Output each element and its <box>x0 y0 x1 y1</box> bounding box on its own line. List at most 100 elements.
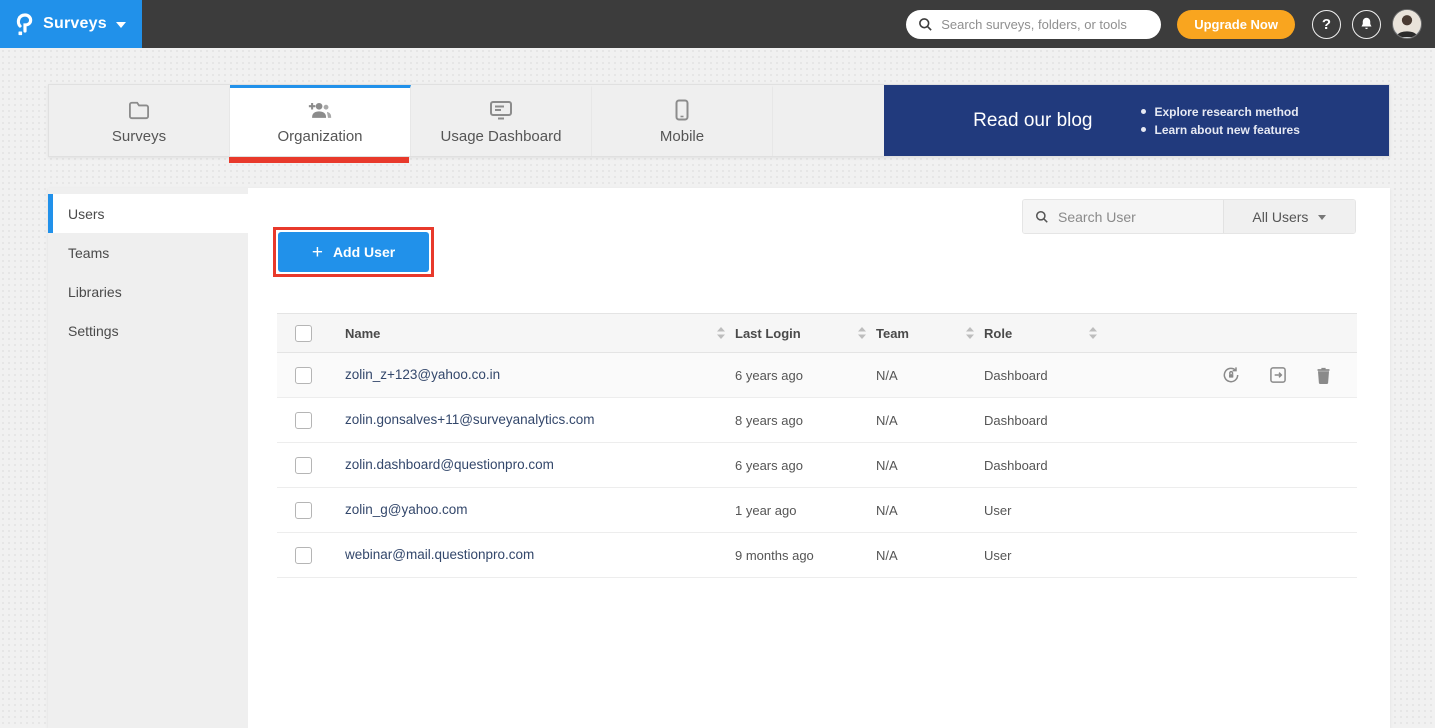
column-header-name[interactable]: Name <box>345 326 735 341</box>
product-switcher[interactable]: Surveys <box>0 0 142 48</box>
user-email-link[interactable]: zolin_z+123@yahoo.co.in <box>345 367 500 382</box>
role-value: User <box>984 503 1107 518</box>
sidebar-item-label: Teams <box>68 245 109 261</box>
search-icon <box>1035 210 1049 224</box>
role-value: Dashboard <box>984 413 1107 428</box>
tab-mobile[interactable]: Mobile <box>592 85 773 156</box>
team-value: N/A <box>876 368 984 383</box>
last-login-value: 1 year ago <box>735 503 876 518</box>
blog-bullet-list: Explore research method Learn about new … <box>1141 101 1300 141</box>
last-login-value: 6 years ago <box>735 368 876 383</box>
sort-icon[interactable] <box>966 327 974 339</box>
tab-label: Surveys <box>112 128 166 145</box>
sidebar-item-label: Users <box>68 206 105 222</box>
help-button[interactable]: ? <box>1312 10 1341 39</box>
sidebar-item-users[interactable]: Users <box>48 194 248 233</box>
sort-icon[interactable] <box>717 327 725 339</box>
table-body: zolin_z+123@yahoo.co.in 6 years ago N/A … <box>277 353 1357 578</box>
column-header-team[interactable]: Team <box>876 326 984 341</box>
user-email-link[interactable]: webinar@mail.questionpro.com <box>345 547 534 562</box>
row-checkbox[interactable] <box>295 367 312 384</box>
tab-label: Usage Dashboard <box>441 128 562 145</box>
tab-organization[interactable]: Organization <box>230 85 411 156</box>
row-checkbox[interactable] <box>295 457 312 474</box>
role-value: Dashboard <box>984 458 1107 473</box>
sidebar-item-label: Settings <box>68 323 119 339</box>
plus-icon: + <box>312 243 323 262</box>
tab-usage-dashboard[interactable]: Usage Dashboard <box>411 85 592 156</box>
organization-sidebar: Users Teams Libraries Settings <box>48 188 248 728</box>
column-header-last-login[interactable]: Last Login <box>735 326 876 341</box>
users-table: Name Last Login Team Role zolin <box>277 313 1357 578</box>
blog-bullet: Explore research method <box>1141 105 1300 119</box>
chevron-down-icon <box>1318 215 1326 220</box>
annotation-highlight-organization-tab <box>229 157 409 163</box>
search-icon <box>918 17 933 32</box>
role-value: Dashboard <box>984 368 1107 383</box>
mobile-icon <box>675 99 689 121</box>
person-add-icon <box>307 99 333 121</box>
sort-icon[interactable] <box>858 327 866 339</box>
login-as-user-icon[interactable] <box>1268 365 1288 385</box>
folder-icon <box>128 99 150 121</box>
last-login-value: 9 months ago <box>735 548 876 563</box>
product-label: Surveys <box>43 15 107 33</box>
module-tab-bar: Surveys Organization Usage Dashboard Mob… <box>48 84 1390 157</box>
table-row: zolin_g@yahoo.com 1 year ago N/A User <box>277 488 1357 533</box>
role-value: User <box>984 548 1107 563</box>
dashboard-icon <box>489 99 513 121</box>
table-row: webinar@mail.questionpro.com 9 months ag… <box>277 533 1357 578</box>
add-user-button[interactable]: + Add User <box>278 232 429 272</box>
tab-label: Organization <box>277 128 362 145</box>
sidebar-item-settings[interactable]: Settings <box>48 311 248 350</box>
question-mark-icon: ? <box>1322 16 1331 33</box>
reset-password-icon[interactable] <box>1221 365 1241 385</box>
bell-icon <box>1359 16 1374 32</box>
row-checkbox[interactable] <box>295 502 312 519</box>
row-actions <box>1107 365 1357 385</box>
team-value: N/A <box>876 458 984 473</box>
user-filter-dropdown[interactable]: All Users <box>1223 200 1355 233</box>
user-email-link[interactable]: zolin.dashboard@questionpro.com <box>345 457 554 472</box>
sidebar-item-label: Libraries <box>68 284 122 300</box>
read-our-blog-banner[interactable]: Read our blog Explore research method Le… <box>884 85 1389 156</box>
delete-icon[interactable] <box>1315 366 1332 385</box>
last-login-value: 8 years ago <box>735 413 876 428</box>
user-filter-label: All Users <box>1252 209 1308 225</box>
user-search-filter-group: All Users <box>1022 199 1356 234</box>
blog-bullet: Learn about new features <box>1141 123 1300 137</box>
team-value: N/A <box>876 503 984 518</box>
tab-bar-filler <box>773 85 884 156</box>
select-all-checkbox[interactable] <box>295 325 312 342</box>
global-search-input[interactable] <box>941 17 1149 32</box>
top-bar: Surveys Upgrade Now ? <box>0 0 1435 48</box>
sidebar-item-teams[interactable]: Teams <box>48 233 248 272</box>
table-row: zolin.dashboard@questionpro.com 6 years … <box>277 443 1357 488</box>
blog-banner-title: Read our blog <box>973 110 1092 132</box>
chevron-down-icon <box>116 22 126 28</box>
user-email-link[interactable]: zolin.gonsalves+11@surveyanalytics.com <box>345 412 594 427</box>
organization-panel: Users Teams Libraries Settings All Users… <box>48 188 1390 728</box>
upgrade-now-button[interactable]: Upgrade Now <box>1177 10 1295 39</box>
user-avatar[interactable] <box>1392 9 1422 39</box>
users-table-header: Name Last Login Team Role <box>277 313 1357 353</box>
tab-surveys[interactable]: Surveys <box>49 85 230 156</box>
column-header-role[interactable]: Role <box>984 326 1107 341</box>
add-user-label: Add User <box>333 244 395 260</box>
user-search[interactable] <box>1023 200 1223 233</box>
global-search[interactable] <box>906 10 1161 39</box>
team-value: N/A <box>876 413 984 428</box>
last-login-value: 6 years ago <box>735 458 876 473</box>
user-search-input[interactable] <box>1058 209 1211 225</box>
row-checkbox[interactable] <box>295 547 312 564</box>
user-email-link[interactable]: zolin_g@yahoo.com <box>345 502 468 517</box>
sort-icon[interactable] <box>1089 327 1097 339</box>
annotation-highlight-add-user: + Add User <box>273 227 434 277</box>
notifications-button[interactable] <box>1352 10 1381 39</box>
row-checkbox[interactable] <box>295 412 312 429</box>
table-row: zolin.gonsalves+11@surveyanalytics.com 8… <box>277 398 1357 443</box>
users-main-area: All Users + Add User Name Last Login <box>248 188 1390 728</box>
team-value: N/A <box>876 548 984 563</box>
sidebar-item-libraries[interactable]: Libraries <box>48 272 248 311</box>
questionpro-logo-icon <box>16 11 34 37</box>
